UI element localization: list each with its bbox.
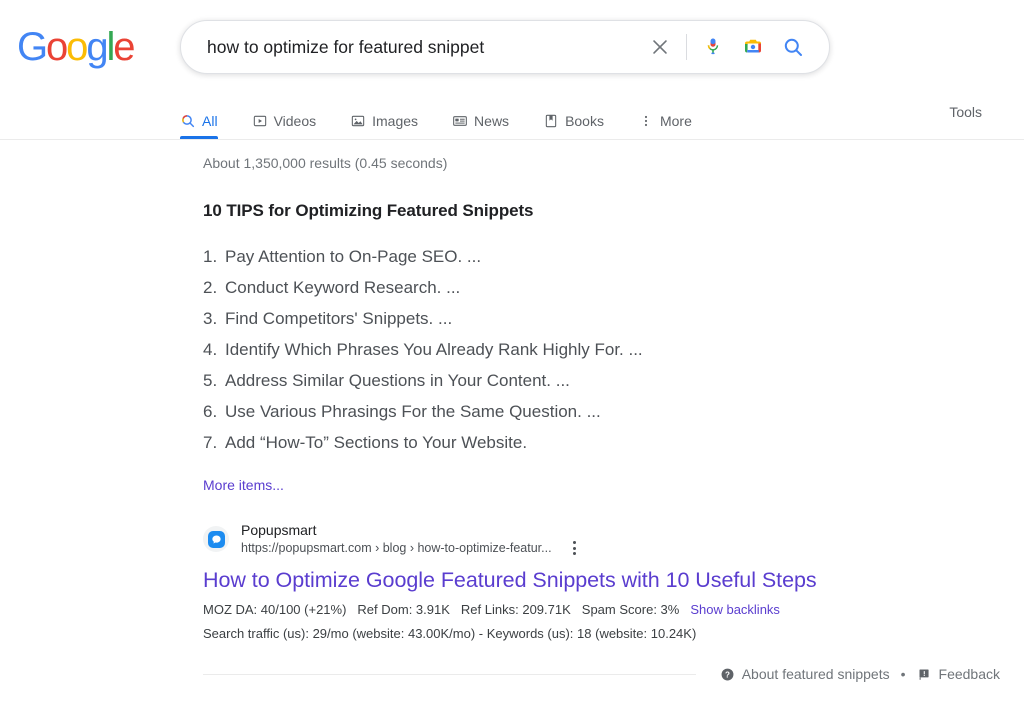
list-item-number: 4. xyxy=(203,334,225,365)
svg-text:?: ? xyxy=(725,670,730,679)
list-item-text: Conduct Keyword Research. ... xyxy=(225,272,460,303)
list-item: 4. Identify Which Phrases You Already Ra… xyxy=(203,334,1024,365)
traffic-prefix-label: Search traffic (us): xyxy=(203,626,313,641)
tab-label: Books xyxy=(565,112,604,130)
featured-snippet-block: 10 TIPS for Optimizing Featured Snippets… xyxy=(203,201,1024,682)
show-backlinks-link[interactable]: Show backlinks xyxy=(690,602,780,617)
video-icon xyxy=(252,113,268,129)
traffic-after-label: ) - Keywords (us): xyxy=(471,626,577,641)
ref-dom-metric: Ref Dom: 3.91K xyxy=(357,602,450,617)
tab-more[interactable]: More xyxy=(638,92,692,138)
news-icon xyxy=(452,113,468,129)
search-submit-icon[interactable] xyxy=(773,27,813,67)
search-box[interactable] xyxy=(180,20,830,74)
footer-dot-separator: • xyxy=(898,666,909,682)
google-search-results-page: Google xyxy=(0,0,1024,706)
tab-label: Images xyxy=(372,112,418,130)
result-stats: About 1,350,000 results (0.45 seconds) xyxy=(203,140,1024,171)
list-item-text: Address Similar Questions in Your Conten… xyxy=(225,365,570,396)
image-icon xyxy=(350,113,366,129)
list-item-number: 7. xyxy=(203,427,225,458)
tab-news[interactable]: News xyxy=(452,92,509,138)
about-featured-snippets-link[interactable]: ? About featured snippets xyxy=(720,666,890,682)
tab-all[interactable]: All xyxy=(180,92,218,138)
search-tabs: All Videos xyxy=(180,92,1024,139)
tab-videos[interactable]: Videos xyxy=(252,92,317,138)
traffic-end-label: ) xyxy=(692,626,696,641)
list-item-number: 5. xyxy=(203,365,225,396)
list-item: 5. Address Similar Questions in Your Con… xyxy=(203,365,1024,396)
ref-links-metric: Ref Links: 209.71K xyxy=(461,602,571,617)
list-item-number: 6. xyxy=(203,396,225,427)
help-icon: ? xyxy=(720,667,735,682)
url-row: https://popupsmart.com › blog › how-to-o… xyxy=(241,539,582,557)
traffic-mid-label: (website: xyxy=(349,626,408,641)
spam-score-metric: Spam Score: 3% xyxy=(582,602,680,617)
tab-books[interactable]: Books xyxy=(543,92,604,138)
list-item-text: Pay Attention to On-Page SEO. ... xyxy=(225,241,481,272)
feedback-label: Feedback xyxy=(939,666,1000,682)
about-label: About featured snippets xyxy=(742,666,890,682)
feedback-flag-icon xyxy=(917,667,932,682)
footer-divider xyxy=(203,674,696,675)
tab-label: All xyxy=(202,112,218,130)
tab-label: More xyxy=(660,112,692,130)
google-lens-icon[interactable] xyxy=(733,27,773,67)
traffic-website-value[interactable]: 43.00K/mo xyxy=(408,626,471,641)
tab-label: Videos xyxy=(274,112,317,130)
active-tab-indicator xyxy=(180,136,218,139)
list-item-number: 2. xyxy=(203,272,225,303)
list-item-text: Use Various Phrasings For the Same Quest… xyxy=(225,396,601,427)
list-item-text: Add “How-To” Sections to Your Website. xyxy=(225,427,527,458)
list-item-number: 1. xyxy=(203,241,225,272)
book-icon xyxy=(543,113,559,129)
featured-snippet-footer: ? About featured snippets • xyxy=(203,666,1000,682)
keywords-website-value[interactable]: 10.24K xyxy=(651,626,692,641)
feedback-link[interactable]: Feedback xyxy=(917,666,1000,682)
featured-snippet-heading: 10 TIPS for Optimizing Featured Snippets xyxy=(203,201,1024,221)
list-item-text: Identify Which Phrases You Already Rank … xyxy=(225,334,643,365)
tab-images[interactable]: Images xyxy=(350,92,418,138)
search-input[interactable] xyxy=(205,36,632,59)
result-options-kebab-icon[interactable] xyxy=(568,539,582,557)
list-item-number: 3. xyxy=(203,303,225,334)
popupsmart-chat-bubble-icon xyxy=(208,531,225,548)
search-icon xyxy=(180,113,196,129)
tab-label: News xyxy=(474,112,509,130)
site-name: Popupsmart xyxy=(241,521,582,539)
list-item: 2. Conduct Keyword Research. ... xyxy=(203,272,1024,303)
search-results-content: About 1,350,000 results (0.45 seconds) 1… xyxy=(0,140,1024,682)
result-source-block: Popupsmart https://popupsmart.com › blog… xyxy=(203,521,1024,557)
result-title-link[interactable]: How to Optimize Google Featured Snippets… xyxy=(203,567,1024,594)
list-item: 7. Add “How-To” Sections to Your Website… xyxy=(203,427,1024,458)
site-url: https://popupsmart.com › blog › how-to-o… xyxy=(241,540,552,556)
keywords-mid-label: (website: xyxy=(592,626,651,641)
list-item-text: Find Competitors' Snippets. ... xyxy=(225,303,452,334)
search-nav-bar: All Videos xyxy=(0,92,1024,140)
clear-icon[interactable] xyxy=(640,27,680,67)
moz-metrics-row: MOZ DA: 40/100 (+21%) Ref Dom: 3.91K Ref L… xyxy=(203,600,1024,620)
more-items-link[interactable]: More items... xyxy=(203,477,284,493)
list-item: 6. Use Various Phrasings For the Same Qu… xyxy=(203,396,1024,427)
google-logo[interactable]: Google xyxy=(17,27,133,67)
tools-button[interactable]: Tools xyxy=(949,104,982,120)
search-box-divider xyxy=(686,34,687,60)
favicon-container xyxy=(203,526,229,552)
list-item: 1. Pay Attention to On-Page SEO. ... xyxy=(203,241,1024,272)
list-item: 3. Find Competitors' Snippets. ... xyxy=(203,303,1024,334)
traffic-us-value[interactable]: 29/mo xyxy=(313,626,349,641)
search-box-actions xyxy=(640,27,829,67)
microphone-icon[interactable] xyxy=(693,27,733,67)
search-traffic-row: Search traffic (us): 29/mo (website: 43.… xyxy=(203,624,1024,644)
page-header: Google xyxy=(0,0,1024,92)
featured-snippet-list: 1. Pay Attention to On-Page SEO. ... 2. … xyxy=(203,241,1024,458)
source-text-group: Popupsmart https://popupsmart.com › blog… xyxy=(241,521,582,557)
footer-links: ? About featured snippets • xyxy=(696,666,1000,682)
keywords-us-value[interactable]: 18 xyxy=(577,626,591,641)
more-vertical-icon xyxy=(638,113,654,129)
moz-da-metric: MOZ DA: 40/100 (+21%) xyxy=(203,602,346,617)
